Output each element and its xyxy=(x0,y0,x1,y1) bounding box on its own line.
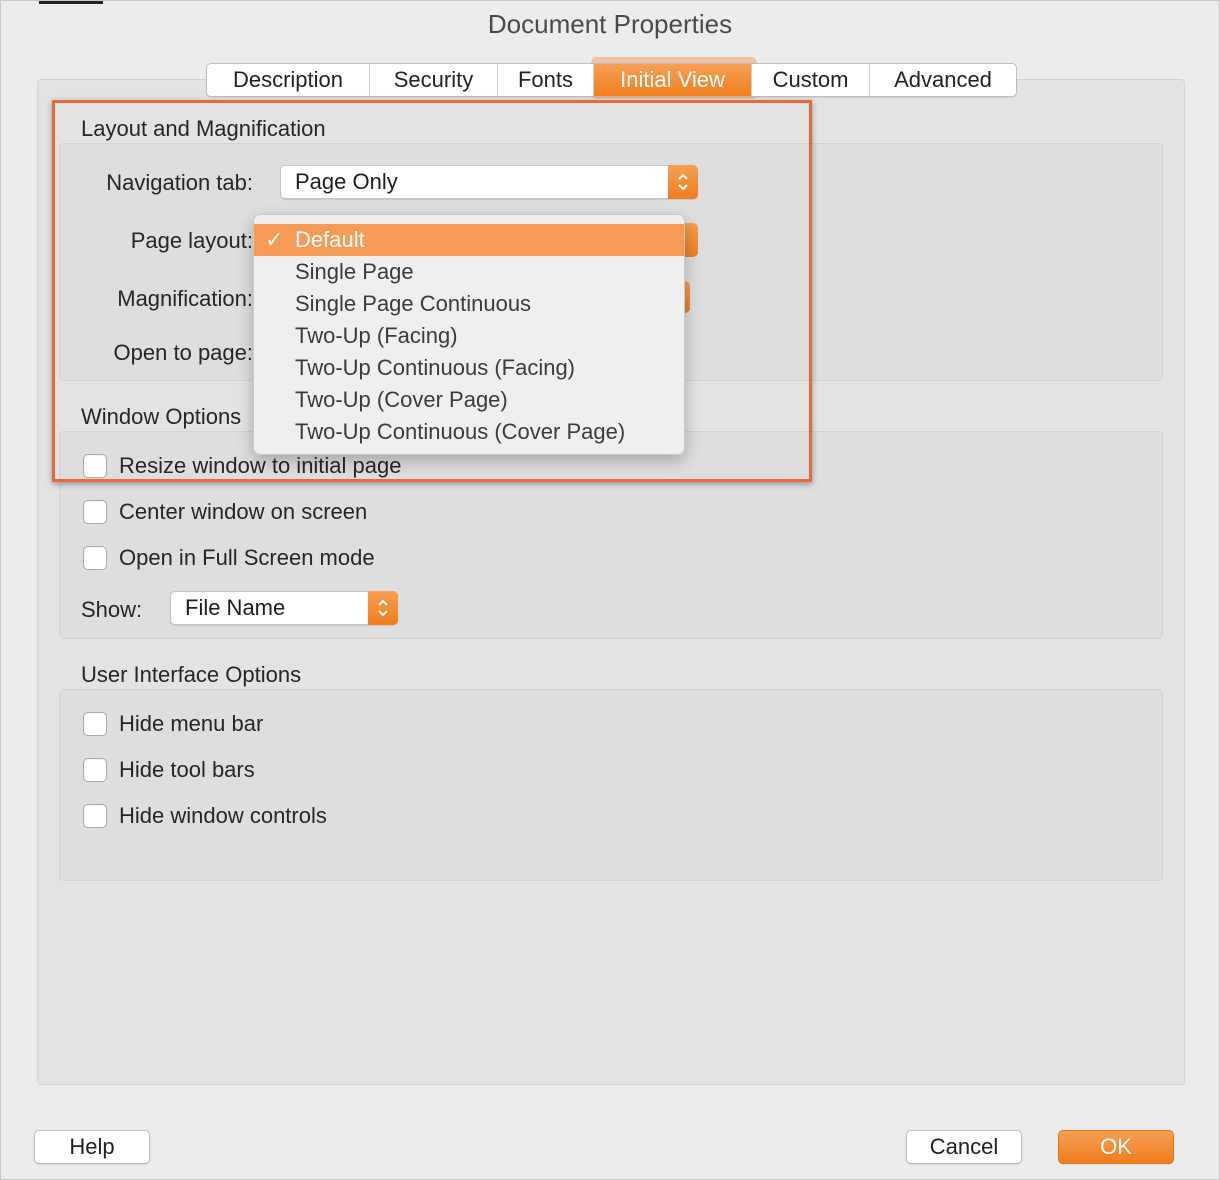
menu-item-label: Two-Up (Cover Page) xyxy=(295,387,508,412)
center-window-label: Center window on screen xyxy=(119,499,368,524)
show-label: Show: xyxy=(81,597,143,622)
tab-security[interactable]: Security xyxy=(370,64,498,96)
tab-fonts[interactable]: Fonts xyxy=(498,64,594,96)
hide-window-controls-label: Hide window controls xyxy=(119,803,327,828)
ui-section-title: User Interface Options xyxy=(81,662,302,687)
magnification-label: Magnification: xyxy=(117,286,253,311)
menu-item-label: Two-Up Continuous (Cover Page) xyxy=(295,419,626,444)
resize-window-checkbox[interactable] xyxy=(83,454,107,478)
menu-item-label: Two-Up (Facing) xyxy=(295,323,458,348)
ok-button[interactable]: OK xyxy=(1058,1130,1174,1164)
menu-item-two-up-continuous-cover-page[interactable]: Two-Up Continuous (Cover Page) xyxy=(254,416,684,448)
center-window-checkbox[interactable] xyxy=(83,500,107,524)
menu-item-label: Default xyxy=(295,227,365,252)
tab-bar: Description Security Fonts Initial View … xyxy=(206,63,1017,97)
menu-item-default[interactable]: ✓ Default xyxy=(254,224,684,256)
full-screen-label: Open in Full Screen mode xyxy=(119,545,375,570)
show-value: File Name xyxy=(185,595,286,620)
hide-tool-bars-row[interactable]: Hide tool bars xyxy=(83,756,255,784)
resize-window-label: Resize window to initial page xyxy=(119,453,402,478)
navigation-tab-value: Page Only xyxy=(295,169,398,194)
menu-item-single-page-continuous[interactable]: Single Page Continuous xyxy=(254,288,684,320)
hide-menu-bar-label: Hide menu bar xyxy=(119,711,264,736)
menu-item-label: Two-Up Continuous (Facing) xyxy=(295,355,576,380)
checkmark-icon: ✓ xyxy=(265,227,284,252)
chevron-up-down-icon xyxy=(678,173,688,191)
full-screen-row[interactable]: Open in Full Screen mode xyxy=(83,544,375,572)
open-to-page-label: Open to page: xyxy=(113,340,253,365)
menu-item-two-up-continuous-facing[interactable]: Two-Up Continuous (Facing) xyxy=(254,352,684,384)
menu-item-label: Single Page xyxy=(295,259,414,284)
chevron-up-down-icon xyxy=(378,599,388,617)
menu-item-label: Single Page Continuous xyxy=(295,291,532,316)
window-section-title: Window Options xyxy=(81,404,242,429)
hide-menu-bar-checkbox[interactable] xyxy=(83,712,107,736)
navigation-tab-popup[interactable]: Page Only xyxy=(280,165,698,199)
hide-tool-bars-checkbox[interactable] xyxy=(83,758,107,782)
show-stepper[interactable] xyxy=(368,591,398,625)
menu-item-two-up-cover-page[interactable]: Two-Up (Cover Page) xyxy=(254,384,684,416)
navigation-tab-label: Navigation tab: xyxy=(106,170,253,195)
tab-description[interactable]: Description xyxy=(207,64,370,96)
menu-item-single-page[interactable]: Single Page xyxy=(254,256,684,288)
show-popup[interactable]: File Name xyxy=(170,591,398,625)
page-layout-menu: ✓ Default Single Page Single Page Contin… xyxy=(253,214,685,455)
hide-tool-bars-label: Hide tool bars xyxy=(119,757,255,782)
page-layout-label: Page layout: xyxy=(130,228,253,253)
navigation-tab-stepper[interactable] xyxy=(668,165,698,199)
page-layout-stepper[interactable] xyxy=(684,223,698,257)
center-window-row[interactable]: Center window on screen xyxy=(83,498,367,526)
tab-initial-view[interactable]: Initial View xyxy=(594,64,752,96)
dialog-title: Document Properties xyxy=(487,9,733,39)
full-screen-checkbox[interactable] xyxy=(83,546,107,570)
title-bar-mark xyxy=(39,1,103,4)
hide-window-controls-row[interactable]: Hide window controls xyxy=(83,802,327,830)
hide-window-controls-checkbox[interactable] xyxy=(83,804,107,828)
tab-advanced[interactable]: Advanced xyxy=(870,64,1016,96)
document-properties-dialog: Document Properties Description Security… xyxy=(0,0,1220,1180)
layout-section-title: Layout and Magnification xyxy=(81,116,326,141)
resize-window-row[interactable]: Resize window to initial page xyxy=(83,452,402,480)
hide-menu-bar-row[interactable]: Hide menu bar xyxy=(83,710,263,738)
cancel-button[interactable]: Cancel xyxy=(906,1130,1022,1164)
menu-item-two-up-facing[interactable]: Two-Up (Facing) xyxy=(254,320,684,352)
help-button[interactable]: Help xyxy=(34,1130,150,1164)
tab-custom[interactable]: Custom xyxy=(752,64,870,96)
